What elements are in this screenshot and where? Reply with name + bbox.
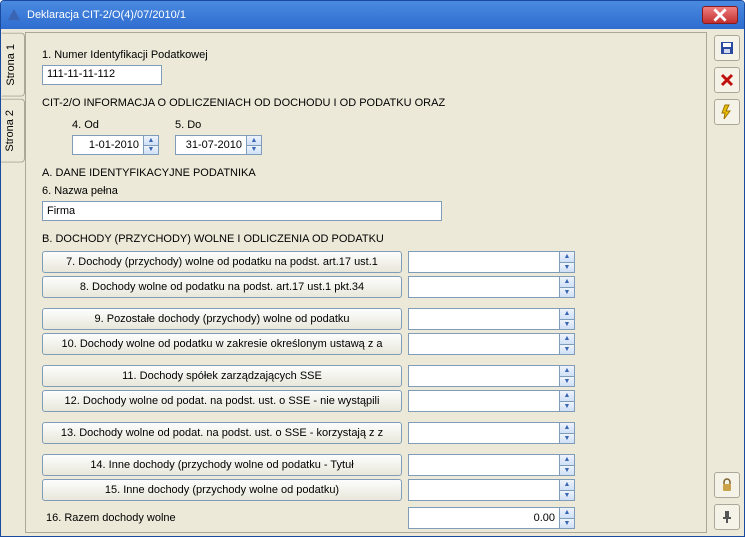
app-icon bbox=[7, 8, 21, 22]
spin-up[interactable] bbox=[559, 455, 574, 466]
income-row-button[interactable]: 11. Dochody spółek zarządzających SSE bbox=[42, 365, 402, 387]
income-row-button[interactable]: 15. Inne dochody (przychody wolne od pod… bbox=[42, 479, 402, 501]
income-row-input[interactable] bbox=[409, 480, 559, 500]
spin-down[interactable] bbox=[559, 345, 574, 355]
save-icon bbox=[719, 40, 735, 56]
spin-up[interactable] bbox=[559, 423, 574, 434]
pin-icon bbox=[719, 509, 735, 525]
income-row-input[interactable] bbox=[409, 309, 559, 329]
income-row: 15. Inne dochody (przychody wolne od pod… bbox=[42, 479, 690, 501]
x-icon bbox=[719, 72, 735, 88]
sum-input[interactable] bbox=[409, 508, 559, 528]
sum-spinner[interactable] bbox=[408, 507, 575, 529]
income-row-spinner[interactable] bbox=[408, 454, 575, 476]
delete-button[interactable] bbox=[714, 67, 740, 93]
date-from-up[interactable] bbox=[143, 136, 158, 146]
date-from-spinner[interactable] bbox=[72, 135, 159, 155]
income-row: 9. Pozostałe dochody (przychody) wolne o… bbox=[42, 308, 690, 330]
app-window: Deklaracja CIT-2/O(4)/07/2010/1 Strona 1… bbox=[0, 0, 745, 537]
income-row-input[interactable] bbox=[409, 334, 559, 354]
spin-down[interactable] bbox=[559, 466, 574, 476]
income-row: 10. Dochody wolne od podatku w zakresie … bbox=[42, 333, 690, 355]
income-row-input[interactable] bbox=[409, 366, 559, 386]
company-name-input[interactable] bbox=[42, 201, 442, 221]
spin-down[interactable] bbox=[559, 402, 574, 412]
income-row-button[interactable]: 9. Pozostałe dochody (przychody) wolne o… bbox=[42, 308, 402, 330]
income-row: 13. Dochody wolne od podat. na podst. us… bbox=[42, 422, 690, 444]
tab-page-2[interactable]: Strona 2 bbox=[1, 99, 25, 163]
spin-up[interactable] bbox=[559, 252, 574, 263]
income-row-button[interactable]: 13. Dochody wolne od podat. na podst. us… bbox=[42, 422, 402, 444]
spin-down[interactable] bbox=[559, 491, 574, 501]
lock-button[interactable] bbox=[714, 472, 740, 498]
date-to-input[interactable] bbox=[176, 136, 246, 154]
date-to-down[interactable] bbox=[246, 146, 261, 155]
spin-down[interactable] bbox=[559, 434, 574, 444]
save-button[interactable] bbox=[714, 35, 740, 61]
sum-label: 16. Razem dochody wolne bbox=[42, 512, 402, 524]
spin-up[interactable] bbox=[559, 309, 574, 320]
spin-down[interactable] bbox=[559, 263, 574, 273]
income-row-spinner[interactable] bbox=[408, 365, 575, 387]
date-to-label: 5. Do bbox=[175, 119, 262, 131]
income-row-input[interactable] bbox=[409, 277, 559, 297]
income-row-button[interactable]: 10. Dochody wolne od podatku w zakresie … bbox=[42, 333, 402, 355]
tab-page-1[interactable]: Strona 1 bbox=[1, 33, 25, 97]
income-row: 11. Dochody spółek zarządzających SSE bbox=[42, 365, 690, 387]
income-row: 8. Dochody wolne od podatku na podst. ar… bbox=[42, 276, 690, 298]
income-row: 12. Dochody wolne od podat. na podst. us… bbox=[42, 390, 690, 412]
spin-up[interactable] bbox=[559, 334, 574, 345]
spin-down[interactable] bbox=[559, 288, 574, 298]
sum-up[interactable] bbox=[559, 508, 574, 519]
sum-down[interactable] bbox=[559, 519, 574, 529]
income-row-input[interactable] bbox=[409, 423, 559, 443]
income-row-input[interactable] bbox=[409, 455, 559, 475]
income-row-spinner[interactable] bbox=[408, 308, 575, 330]
date-to-spinner[interactable] bbox=[175, 135, 262, 155]
date-to-up[interactable] bbox=[246, 136, 261, 146]
date-from-down[interactable] bbox=[143, 146, 158, 155]
income-row-spinner[interactable] bbox=[408, 276, 575, 298]
income-row-spinner[interactable] bbox=[408, 422, 575, 444]
section-b-title: B. DOCHODY (PRZYCHODY) WOLNE I ODLICZENI… bbox=[42, 233, 690, 245]
spin-up[interactable] bbox=[559, 277, 574, 288]
income-row-spinner[interactable] bbox=[408, 479, 575, 501]
titlebar: Deklaracja CIT-2/O(4)/07/2010/1 bbox=[1, 1, 744, 29]
page-tabs: Strona 1 Strona 2 bbox=[1, 29, 25, 536]
income-row-spinner[interactable] bbox=[408, 251, 575, 273]
field6-label: 6. Nazwa pełna bbox=[42, 185, 690, 197]
window-close-button[interactable] bbox=[702, 6, 738, 24]
spin-up[interactable] bbox=[559, 366, 574, 377]
date-from-input[interactable] bbox=[73, 136, 143, 154]
nip-display: 111-11-11-112 bbox=[42, 65, 162, 85]
spin-down[interactable] bbox=[559, 377, 574, 387]
flash-button[interactable] bbox=[714, 99, 740, 125]
close-icon bbox=[713, 8, 727, 22]
income-row: 14. Inne dochody (przychody wolne od pod… bbox=[42, 454, 690, 476]
right-toolbar bbox=[710, 29, 744, 536]
date-from-label: 4. Od bbox=[72, 119, 159, 131]
form-panel: 1. Numer Identyfikacji Podatkowej 111-11… bbox=[25, 32, 707, 533]
spin-up[interactable] bbox=[559, 480, 574, 491]
income-row-input[interactable] bbox=[409, 252, 559, 272]
lightning-icon bbox=[719, 104, 735, 120]
spin-up[interactable] bbox=[559, 391, 574, 402]
pin-button[interactable] bbox=[714, 504, 740, 530]
form-header: CIT-2/O INFORMACJA O ODLICZENIACH OD DOC… bbox=[42, 97, 690, 109]
income-row-button[interactable]: 12. Dochody wolne od podat. na podst. us… bbox=[42, 390, 402, 412]
form-scroll[interactable]: 1. Numer Identyfikacji Podatkowej 111-11… bbox=[26, 33, 706, 532]
income-row-spinner[interactable] bbox=[408, 390, 575, 412]
income-row-button[interactable]: 7. Dochody (przychody) wolne od podatku … bbox=[42, 251, 402, 273]
income-row-spinner[interactable] bbox=[408, 333, 575, 355]
section-a-title: A. DANE IDENTYFIKACYJNE PODATNIKA bbox=[42, 167, 690, 179]
spin-down[interactable] bbox=[559, 320, 574, 330]
income-row-button[interactable]: 8. Dochody wolne od podatku na podst. ar… bbox=[42, 276, 402, 298]
lock-icon bbox=[719, 477, 735, 493]
income-row-button[interactable]: 14. Inne dochody (przychody wolne od pod… bbox=[42, 454, 402, 476]
field1-label: 1. Numer Identyfikacji Podatkowej bbox=[42, 49, 690, 61]
income-row-input[interactable] bbox=[409, 391, 559, 411]
income-row: 7. Dochody (przychody) wolne od podatku … bbox=[42, 251, 690, 273]
window-title: Deklaracja CIT-2/O(4)/07/2010/1 bbox=[27, 9, 186, 21]
